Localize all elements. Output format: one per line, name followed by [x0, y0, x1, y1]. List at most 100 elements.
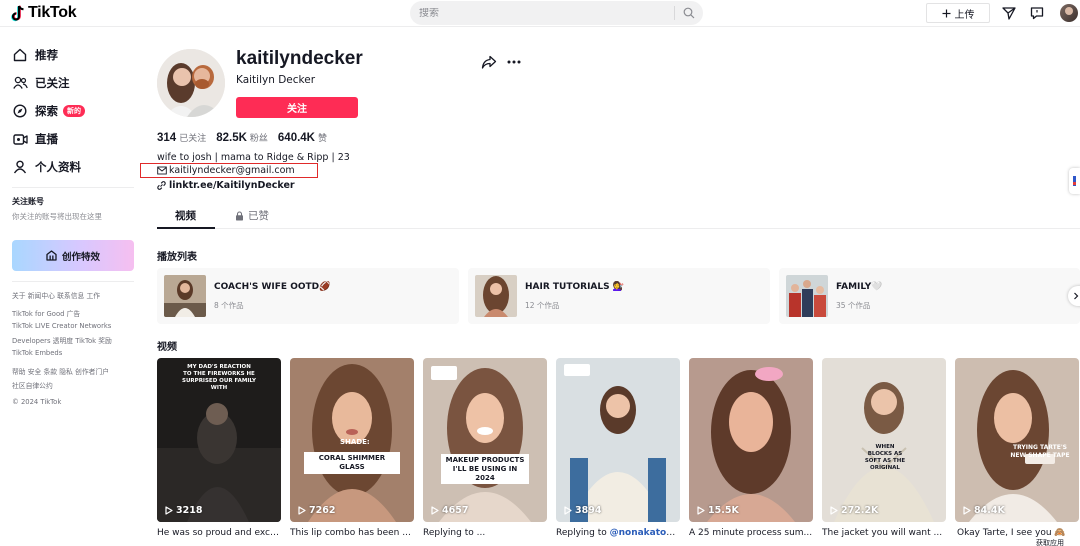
- playlist-title: HAIR TUTORIALS 💇‍♀️: [525, 281, 624, 292]
- video-card[interactable]: 3894: [556, 358, 680, 522]
- footer-links-dev[interactable]: Developers 透明度 TikTok 奖励: [12, 335, 112, 345]
- playlist-card[interactable]: COACH'S WIFE OOTD🏈 8 个作品: [157, 268, 459, 324]
- video-caption[interactable]: He was so proud and exci...: [157, 528, 281, 538]
- video-views-count: 4657: [442, 505, 469, 516]
- video-card[interactable]: 15.5K: [689, 358, 813, 522]
- lock-icon: [236, 210, 243, 220]
- video-thumbnail: [955, 358, 1079, 522]
- left-sidebar: 推荐 已关注 探索 新的 直播 个人资料 关注账号 你关注的账号将出现在这里 创…: [0, 27, 145, 546]
- following-accounts-desc: 你关注的账号将出现在这里: [12, 212, 102, 221]
- video-caption[interactable]: A 25 minute process sum...: [689, 528, 813, 538]
- video-overlay-text: WHEN BLOCKS AS SOFT AS THE ORIGINAL: [864, 444, 906, 471]
- effects-house-icon: [46, 250, 57, 261]
- playlists-title: 播放列表: [157, 252, 197, 263]
- nav-live[interactable]: 直播: [12, 129, 58, 149]
- user-avatar[interactable]: [1060, 4, 1078, 22]
- footer-links-embeds[interactable]: TikTok Embeds: [12, 349, 62, 357]
- nav-explore[interactable]: 探索 新的: [12, 101, 85, 121]
- play-icon: [564, 506, 572, 515]
- playlist-count: 8 个作品: [214, 300, 244, 310]
- video-views-count: 7262: [309, 505, 336, 516]
- video-caption[interactable]: Okay Tarte, I see you 🙈: [957, 528, 1078, 538]
- video-views: 3218: [165, 505, 202, 516]
- video-card[interactable]: SHADE: CORAL SHIMMER GLASS 7262: [290, 358, 414, 522]
- stat-following[interactable]: 314 已关注: [157, 131, 206, 144]
- tab-videos[interactable]: 视频: [175, 208, 196, 223]
- nav-profile[interactable]: 个人资料: [12, 157, 81, 177]
- video-caption[interactable]: Replying to ...: [423, 528, 547, 538]
- follow-button[interactable]: 关注: [236, 97, 358, 118]
- playlist-thumbnail: [164, 275, 206, 317]
- top-header: TikTok 上传: [0, 0, 1080, 27]
- video-overlay-shade: SHADE:: [340, 438, 370, 446]
- link-text: linktr.ee/KaitilynDecker: [169, 180, 295, 191]
- play-icon: [298, 506, 306, 515]
- more-options-icon[interactable]: [506, 54, 522, 70]
- nav-following[interactable]: 已关注: [12, 73, 70, 93]
- playlist-thumbnail: [786, 275, 828, 317]
- play-icon: [697, 506, 705, 515]
- playlist-title: FAMILY🤍: [836, 281, 883, 292]
- video-card[interactable]: MAKEUP PRODUCTS I'LL BE USING IN 2024 46…: [423, 358, 547, 522]
- annotation-highlight-box: [140, 163, 318, 178]
- explore-icon: [12, 103, 28, 119]
- video-thumbnail: [556, 358, 680, 522]
- video-views-count: 3218: [176, 505, 203, 516]
- sidebar-divider: [12, 187, 134, 188]
- share-icon[interactable]: [481, 54, 497, 70]
- video-overlay-text: MY DAD'S REACTION TO THE FIREWORKS HE SU…: [182, 364, 256, 391]
- profile-tabs: 视频 已赞: [157, 203, 1080, 229]
- video-thumbnail: [423, 358, 547, 522]
- video-views: 15.5K: [697, 505, 739, 516]
- inbox-send-icon[interactable]: [1000, 4, 1018, 22]
- tiktok-logo[interactable]: TikTok: [11, 4, 77, 22]
- nav-for-you[interactable]: 推荐: [12, 45, 58, 65]
- playlist-card[interactable]: HAIR TUTORIALS 💇‍♀️ 12 个作品: [468, 268, 770, 324]
- tab-label: 已赞: [248, 210, 269, 222]
- video-caption[interactable]: Replying to @nonakatok ...: [556, 528, 680, 538]
- video-views: 3894: [564, 505, 601, 516]
- video-overlay-text: CORAL SHIMMER GLASS: [304, 452, 400, 474]
- video-card[interactable]: TRYING TARTE'S NEW SHAPE TAPE 84.4K: [955, 358, 1079, 522]
- video-thumbnail: [822, 358, 946, 522]
- playlist-card[interactable]: FAMILY🤍 35 个作品: [779, 268, 1080, 324]
- footer-copyright: © 2024 TikTok: [12, 398, 62, 406]
- play-icon: [963, 506, 971, 515]
- footer-links-guidelines[interactable]: 社区自律公约: [12, 380, 53, 390]
- video-caption[interactable]: The jacket you will want ...: [822, 528, 946, 538]
- get-app-link[interactable]: 获取应用: [1036, 538, 1064, 546]
- upload-button[interactable]: 上传: [926, 3, 990, 23]
- profile-stats: 314 已关注 82.5K 粉丝 640.4K 赞: [157, 131, 337, 144]
- caption-mention[interactable]: @nonakatok: [610, 528, 676, 538]
- search-button[interactable]: [675, 1, 703, 25]
- stat-label: 赞: [318, 134, 328, 144]
- tab-label: 视频: [175, 210, 196, 222]
- video-card[interactable]: WHEN BLOCKS AS SOFT AS THE ORIGINAL 272.…: [822, 358, 946, 522]
- profile-username: kaitilyndecker: [236, 48, 363, 69]
- video-card[interactable]: MY DAD'S REACTION TO THE FIREWORKS HE SU…: [157, 358, 281, 522]
- search-bar: [410, 1, 703, 25]
- tab-liked[interactable]: 已赞: [235, 208, 269, 223]
- stat-value: 314: [157, 132, 177, 144]
- search-input[interactable]: [410, 7, 674, 19]
- footer-links-live[interactable]: TikTok LIVE Creator Networks: [12, 322, 111, 330]
- search-icon: [683, 7, 695, 19]
- footer-links-help[interactable]: 帮助 安全 条款 隐私 创作者门户: [12, 366, 109, 376]
- live-icon: [12, 131, 28, 147]
- footer-links-good[interactable]: TikTok for Good 广告: [12, 308, 80, 318]
- profile-nickname: Kaitilyn Decker: [236, 74, 316, 86]
- video-views-count: 3894: [575, 505, 602, 516]
- video-caption[interactable]: This lip combo has been ...: [290, 528, 414, 538]
- create-effects-button[interactable]: 创作特效: [12, 240, 134, 271]
- tiktok-note-icon: [11, 5, 25, 22]
- video-views: 7262: [298, 505, 335, 516]
- profile-link[interactable]: linktr.ee/KaitilynDecker: [157, 180, 295, 191]
- chevron-right-icon: [1074, 292, 1079, 300]
- create-effects-label: 创作特效: [61, 251, 100, 263]
- video-thumbnail: [689, 358, 813, 522]
- profile-avatar: [157, 49, 225, 117]
- stat-followers[interactable]: 82.5K 粉丝: [216, 131, 268, 144]
- side-translate-widget[interactable]: [1069, 168, 1080, 194]
- messages-icon[interactable]: [1028, 4, 1046, 22]
- footer-links-about[interactable]: 关于 新闻中心 联系信息 工作: [12, 290, 100, 300]
